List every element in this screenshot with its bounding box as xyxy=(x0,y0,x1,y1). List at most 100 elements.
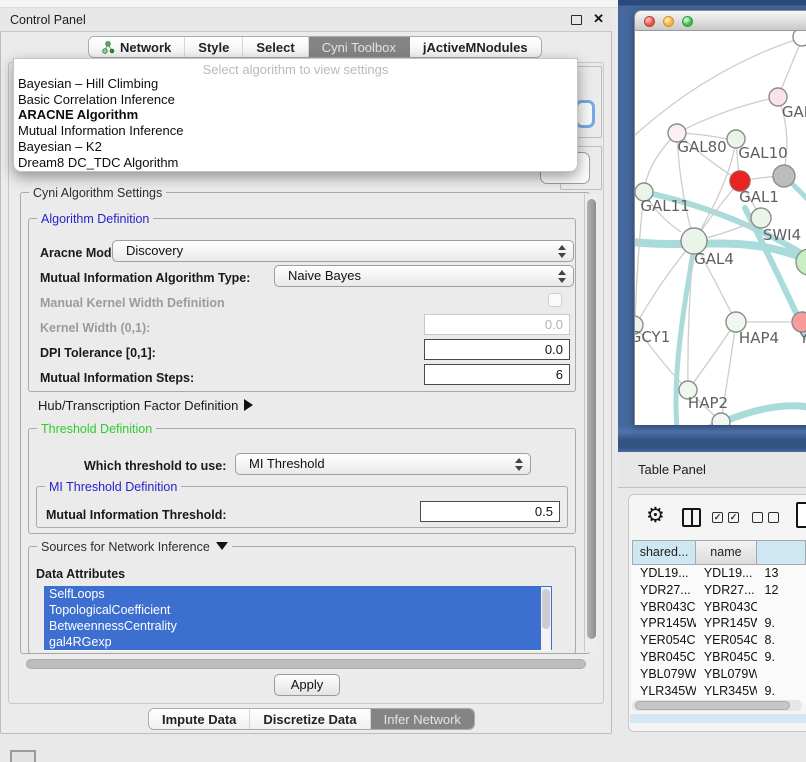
control-panel-titlebar[interactable]: Control Panel ✕ xyxy=(0,8,612,32)
table-cell[interactable]: YBL079W xyxy=(632,666,696,683)
mi-steps-field[interactable]: 6 xyxy=(424,364,570,385)
sources-group-title[interactable]: Sources for Network Inference xyxy=(37,540,232,554)
manual-kernel-checkbox[interactable] xyxy=(548,293,562,307)
mi-threshold-field[interactable]: 0.5 xyxy=(420,501,560,522)
dpi-tolerance-field[interactable]: 0.0 xyxy=(424,339,570,360)
menu-item[interactable]: Basic Correlation Inference xyxy=(14,92,577,108)
kernel-width-label: Kernel Width (0,1): xyxy=(40,321,150,335)
node-table-body: YDL19...YDL19...13YDR27...YDR27...12YBR0… xyxy=(632,565,806,704)
chevron-updown-icon xyxy=(515,458,522,471)
settings-group-title: Cyni Algorithm Settings xyxy=(29,186,166,200)
table-cell[interactable]: YDL19... xyxy=(632,565,696,582)
column-header-partial[interactable] xyxy=(757,540,806,565)
aracne-mode-combobox[interactable]: Discovery xyxy=(112,240,574,262)
menu-item[interactable]: Bayesian – Hill Climbing xyxy=(14,76,577,92)
table-cell[interactable]: YBL079W xyxy=(696,666,757,683)
table-row[interactable]: YPR145WYPR145W9. xyxy=(632,615,806,632)
node-table: shared... name YDL19...YDL19...13YDR27..… xyxy=(632,540,806,704)
table-cell[interactable]: YPR145W xyxy=(632,615,696,632)
close-icon[interactable]: ✕ xyxy=(593,11,604,27)
list-scrollbar[interactable] xyxy=(541,587,551,650)
table-cell[interactable]: 9. xyxy=(757,649,806,666)
tab-select[interactable]: Select xyxy=(243,37,308,57)
gear-icon[interactable]: ⚙ xyxy=(646,503,665,528)
algorithm-dropdown-hint: Select algorithm to view settings xyxy=(14,59,577,76)
column-header-name[interactable]: name xyxy=(696,540,757,565)
table-cell[interactable]: YDR27... xyxy=(632,582,696,599)
mi-steps-label: Mutual Information Steps: xyxy=(40,371,194,385)
table-row[interactable]: YBR045CYBR045C9. xyxy=(632,649,806,666)
network-canvas[interactable]: GALGAL80GAL10GAL1GAL11SWI4GAL4GCY1HAP4YH… xyxy=(634,31,806,425)
hide-all-columns-icon[interactable] xyxy=(752,512,779,523)
hub-definition-toggle[interactable]: Hub/Transcription Factor Definition xyxy=(38,398,253,413)
split-view-icon[interactable] xyxy=(682,508,701,527)
table-horizontal-scrollbar[interactable] xyxy=(632,700,802,711)
column-header-shared-name[interactable]: shared... xyxy=(632,540,696,565)
settings-horizontal-scrollbar[interactable] xyxy=(24,658,590,670)
table-cell[interactable]: 9. xyxy=(757,683,806,700)
tab-cyni-toolbox[interactable]: Cyni Toolbox xyxy=(309,37,410,57)
close-traffic-light-icon[interactable] xyxy=(644,16,655,27)
table-row[interactable]: YDL19...YDL19...13 xyxy=(632,565,806,582)
menu-item-selected[interactable]: ARACNE Algorithm xyxy=(14,107,577,123)
table-cell[interactable]: 9. xyxy=(757,615,806,632)
network-window-titlebar[interactable] xyxy=(634,10,806,31)
kernel-width-field[interactable]: 0.0 xyxy=(424,314,570,335)
table-cell[interactable]: 13 xyxy=(757,565,806,582)
table-row[interactable]: YER054CYER054C8. xyxy=(632,632,806,649)
network-node[interactable] xyxy=(793,31,806,46)
table-cell[interactable] xyxy=(757,599,806,616)
which-threshold-label: Which threshold to use: xyxy=(84,459,226,473)
tab-jactivemnodules[interactable]: jActiveMNodules xyxy=(410,37,541,57)
list-item[interactable]: gal4RGexp xyxy=(44,634,552,650)
zoom-traffic-light-icon[interactable] xyxy=(682,16,693,27)
table-cell[interactable]: YBR043C xyxy=(632,599,696,616)
table-row[interactable]: YDR27...YDR27...12 xyxy=(632,582,806,599)
tab-style[interactable]: Style xyxy=(185,37,243,57)
list-item[interactable]: TopologicalCoefficient xyxy=(44,602,552,618)
table-cell[interactable]: YBR045C xyxy=(696,649,757,666)
settings-vertical-scrollbar[interactable] xyxy=(584,194,597,652)
mi-type-combobox[interactable]: Naive Bayes xyxy=(274,265,574,287)
tab-network[interactable]: Network xyxy=(89,37,185,57)
table-cell[interactable] xyxy=(757,666,806,683)
table-cell[interactable]: YLR345W xyxy=(696,683,757,700)
which-threshold-combobox[interactable]: MI Threshold xyxy=(235,453,531,475)
dpi-tolerance-label: DPI Tolerance [0,1]: xyxy=(40,346,156,360)
table-cell[interactable]: YLR345W xyxy=(632,683,696,700)
list-item[interactable]: SelfLoops xyxy=(44,586,552,602)
table-cell[interactable]: YPR145W xyxy=(696,615,757,632)
cyni-bottom-tabs: Impute Data Discretize Data Infer Networ… xyxy=(148,708,475,730)
table-row[interactable]: YBL079WYBL079W xyxy=(632,666,806,683)
table-row[interactable]: YLR345WYLR345W9. xyxy=(632,683,806,700)
table-cell[interactable]: 8. xyxy=(757,632,806,649)
table-cell[interactable]: YER054C xyxy=(632,632,696,649)
apply-button[interactable]: Apply xyxy=(274,674,340,696)
table-cell[interactable]: YBR045C xyxy=(632,649,696,666)
tab-infer-network[interactable]: Infer Network xyxy=(371,709,474,729)
minimized-window-icon[interactable] xyxy=(10,750,36,762)
float-icon[interactable] xyxy=(571,15,582,25)
table-cell[interactable]: 12 xyxy=(757,582,806,599)
tab-impute-data[interactable]: Impute Data xyxy=(149,709,250,729)
focused-combobox-fragment xyxy=(575,100,595,128)
table-panel-titlebar[interactable]: Table Panel xyxy=(618,452,806,488)
menu-item[interactable]: Dream8 DC_TDC Algorithm xyxy=(14,155,577,171)
threshold-definition-title: Threshold Definition xyxy=(37,422,156,436)
network-node[interactable] xyxy=(751,208,771,228)
menu-item[interactable]: Mutual Information Inference xyxy=(14,123,577,139)
table-row[interactable]: YBR043CYBR043C xyxy=(632,599,806,616)
table-cell[interactable]: YBR043C xyxy=(696,599,757,616)
table-cell[interactable]: YDL19... xyxy=(696,565,757,582)
data-attributes-list[interactable]: SelfLoops TopologicalCoefficient Between… xyxy=(44,586,552,651)
list-item[interactable]: BetweennessCentrality xyxy=(44,618,552,634)
tab-discretize-data[interactable]: Discretize Data xyxy=(250,709,370,729)
network-node[interactable] xyxy=(773,165,795,187)
table-cell[interactable]: YER054C xyxy=(696,632,757,649)
network-node[interactable] xyxy=(712,413,730,425)
menu-item[interactable]: Bayesian – K2 xyxy=(14,139,577,155)
table-cell[interactable]: YDR27... xyxy=(696,582,757,599)
minimize-traffic-light-icon[interactable] xyxy=(663,16,674,27)
function-builder-icon[interactable] xyxy=(796,502,806,528)
show-all-columns-icon[interactable]: ✓✓ xyxy=(712,512,739,523)
